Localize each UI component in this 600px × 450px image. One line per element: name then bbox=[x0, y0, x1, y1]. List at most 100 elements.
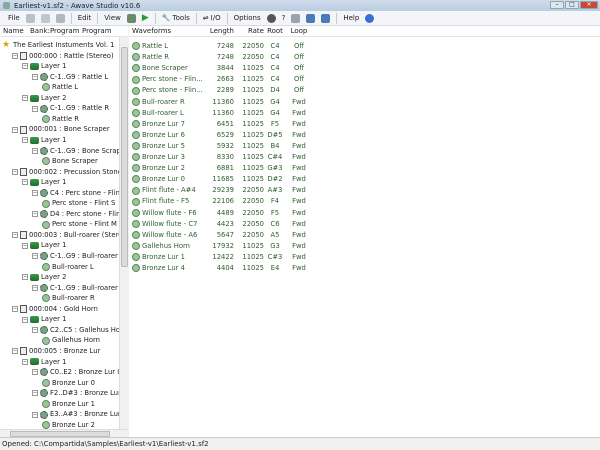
tree-item[interactable]: − Layer 1 bbox=[22, 314, 66, 325]
tree-item[interactable]: − C-1..G9 : Rattle L bbox=[32, 72, 108, 83]
col-length[interactable]: Length bbox=[204, 27, 234, 35]
record-icon[interactable] bbox=[266, 13, 276, 23]
tile-horizontal-icon[interactable] bbox=[306, 13, 316, 23]
collapse-toggle[interactable]: − bbox=[12, 232, 18, 239]
tree-horizontal-scrollbar[interactable] bbox=[0, 429, 128, 437]
tree-item[interactable]: Bull-roarer R bbox=[42, 293, 95, 304]
tree-item[interactable]: − 000:005 : Bronze Lur bbox=[12, 346, 100, 357]
tools-menu[interactable]: 🔧 Tools bbox=[162, 14, 190, 22]
waveform-row[interactable]: Willow flute - F6 4489 22050 F5 Fwd bbox=[129, 208, 312, 219]
tree-item[interactable]: Rattle L bbox=[42, 82, 78, 93]
tree-item[interactable]: Bronze Lur 0 bbox=[42, 378, 95, 389]
col-rate[interactable]: Rate bbox=[234, 27, 264, 35]
collapse-toggle[interactable]: − bbox=[22, 274, 28, 281]
tree-item[interactable]: − Layer 1 bbox=[22, 240, 66, 251]
collapse-toggle[interactable]: − bbox=[32, 147, 38, 154]
tree-item[interactable]: Rattle R bbox=[42, 114, 79, 125]
tree-item[interactable]: − F2..D#3 : Bronze Lur 1 bbox=[32, 388, 127, 399]
col-waveforms[interactable]: Waveforms bbox=[129, 27, 204, 35]
tree-item[interactable]: − C-1..G9 : Bull-roarer R bbox=[32, 283, 125, 294]
waveform-row[interactable]: Bronze Lur 4 4404 11025 E4 Fwd bbox=[129, 263, 312, 274]
tree-item[interactable]: − 000:004 : Gold Horn bbox=[12, 304, 98, 315]
collapse-toggle[interactable]: − bbox=[12, 306, 18, 313]
collapse-toggle[interactable]: − bbox=[12, 168, 18, 175]
collapse-toggle[interactable]: − bbox=[32, 253, 38, 260]
tile-vertical-icon[interactable] bbox=[321, 13, 331, 23]
scroll-thumb[interactable] bbox=[121, 47, 128, 267]
collapse-toggle[interactable]: − bbox=[22, 358, 28, 365]
tree-item[interactable]: Perc stone - Flint S bbox=[42, 198, 115, 209]
tree-item[interactable]: − Layer 1 bbox=[22, 135, 66, 146]
collapse-toggle[interactable]: − bbox=[32, 189, 38, 196]
minimize-button[interactable]: – bbox=[550, 1, 564, 9]
tree-item[interactable]: − Layer 2 bbox=[22, 272, 66, 283]
help-icon[interactable] bbox=[365, 13, 375, 23]
tree-item[interactable]: Gallehus Horn bbox=[42, 335, 100, 346]
collapse-toggle[interactable]: − bbox=[32, 411, 38, 418]
tree-item[interactable]: − E3..A#3 : Bronze Lur 2 bbox=[32, 409, 127, 420]
waveform-row[interactable]: Perc stone - Flin... 2663 11025 C4 Off bbox=[129, 74, 312, 85]
waveform-row[interactable]: Bronze Lur 3 8330 11025 C#4 Fwd bbox=[129, 152, 312, 163]
tree-item[interactable]: − 000:002 : Precussion Stones bbox=[12, 167, 125, 178]
collapse-toggle[interactable]: − bbox=[22, 179, 28, 186]
save-icon[interactable] bbox=[55, 13, 65, 23]
waveform-row[interactable]: Bronze Lur 0 11685 11025 D#2 Fwd bbox=[129, 174, 312, 185]
collapse-toggle[interactable]: − bbox=[32, 369, 38, 376]
waveform-row[interactable]: Bronze Lur 5 5932 11025 B4 Fwd bbox=[129, 141, 312, 152]
waveform-row[interactable]: Bronze Lur 7 6451 11025 F5 Fwd bbox=[129, 119, 312, 130]
window-icon[interactable] bbox=[291, 13, 301, 23]
tree-item[interactable]: − Layer 2 bbox=[22, 93, 66, 104]
waveform-row[interactable]: Willow flute - C7 4423 22050 C6 Fwd bbox=[129, 219, 312, 230]
tree-item[interactable]: − C2..C5 : Gallehus Horn bbox=[32, 325, 127, 336]
tree-item[interactable]: − C0..E2 : Bronze Lur 0 bbox=[32, 367, 122, 378]
waveform-row[interactable]: Gallehus Horn 17932 11025 G3 Fwd bbox=[129, 241, 312, 252]
properties-icon[interactable] bbox=[126, 13, 136, 23]
tree-item[interactable]: − D4 : Perc stone - Flint M bbox=[32, 209, 127, 220]
collapse-toggle[interactable]: − bbox=[32, 73, 38, 80]
waveform-row[interactable]: Bronze Lur 1 12422 11025 C#3 Fwd bbox=[129, 252, 312, 263]
tree-item[interactable]: ★ The Earliest Instuments Vol. 1 bbox=[2, 40, 115, 51]
waveform-row[interactable]: Bull-roarer R 11360 11025 G4 Fwd bbox=[129, 97, 312, 108]
tree-item[interactable]: − C-1..G9 : Bull-roarer L bbox=[32, 251, 124, 262]
col-name[interactable]: Name bbox=[0, 27, 30, 35]
collapse-toggle[interactable]: − bbox=[22, 137, 28, 144]
tree-item[interactable]: − 000:003 : Bull-roarer (Stereo) bbox=[12, 230, 127, 241]
tree-item[interactable]: − 000:000 : Rattle (Stereo) bbox=[12, 51, 114, 62]
waveform-row[interactable]: Flint flute - A#4 29239 22050 A#3 Fwd bbox=[129, 185, 312, 196]
waveform-row[interactable]: Rattle L 7248 22050 C4 Off bbox=[129, 41, 312, 52]
edit-menu[interactable]: Edit bbox=[78, 14, 92, 22]
close-button[interactable]: ✕ bbox=[580, 1, 598, 9]
collapse-toggle[interactable]: − bbox=[12, 52, 18, 59]
col-program[interactable]: Program bbox=[82, 27, 122, 35]
waveform-row[interactable]: Bone Scraper 3844 11025 C4 Off bbox=[129, 63, 312, 74]
new-icon[interactable] bbox=[25, 13, 35, 23]
col-root[interactable]: Root bbox=[264, 27, 286, 35]
play-icon[interactable]: ▶ bbox=[142, 13, 149, 23]
tree-item[interactable]: Bone Scraper bbox=[42, 156, 98, 167]
view-menu[interactable]: View bbox=[104, 14, 121, 22]
tree-item[interactable]: Bronze Lur 1 bbox=[42, 399, 95, 410]
hint-icon[interactable]: ? bbox=[282, 14, 286, 22]
collapse-toggle[interactable]: − bbox=[32, 211, 38, 218]
tree-vertical-scrollbar[interactable] bbox=[119, 37, 128, 429]
tree-item[interactable]: Perc stone - Flint M bbox=[42, 219, 117, 230]
maximize-button[interactable]: □ bbox=[565, 1, 579, 9]
open-icon[interactable] bbox=[40, 13, 50, 23]
collapse-toggle[interactable]: − bbox=[32, 327, 38, 334]
options-menu[interactable]: Options bbox=[234, 14, 261, 22]
waveform-row[interactable]: Rattle R 7248 22050 C4 Off bbox=[129, 52, 312, 63]
tree-item[interactable]: − Layer 1 bbox=[22, 177, 66, 188]
collapse-toggle[interactable]: − bbox=[12, 126, 18, 133]
collapse-toggle[interactable]: − bbox=[22, 242, 28, 249]
tree-item[interactable]: − 000:001 : Bone Scraper bbox=[12, 124, 110, 135]
collapse-toggle[interactable]: − bbox=[12, 348, 18, 355]
collapse-toggle[interactable]: − bbox=[32, 105, 38, 112]
io-menu[interactable]: ⇌ I/O bbox=[203, 14, 221, 22]
col-bank-program[interactable]: Bank:Program bbox=[30, 27, 82, 35]
collapse-toggle[interactable]: − bbox=[22, 316, 28, 323]
waveform-row[interactable]: Flint flute - F5 22106 22050 F4 Fwd bbox=[129, 196, 312, 207]
tree-item[interactable]: − C4 : Perc stone - Flint S bbox=[32, 188, 127, 199]
waveform-row[interactable]: Willow flute - A6 5647 22050 A5 Fwd bbox=[129, 230, 312, 241]
collapse-toggle[interactable]: − bbox=[22, 63, 28, 70]
collapse-toggle[interactable]: − bbox=[32, 284, 38, 291]
